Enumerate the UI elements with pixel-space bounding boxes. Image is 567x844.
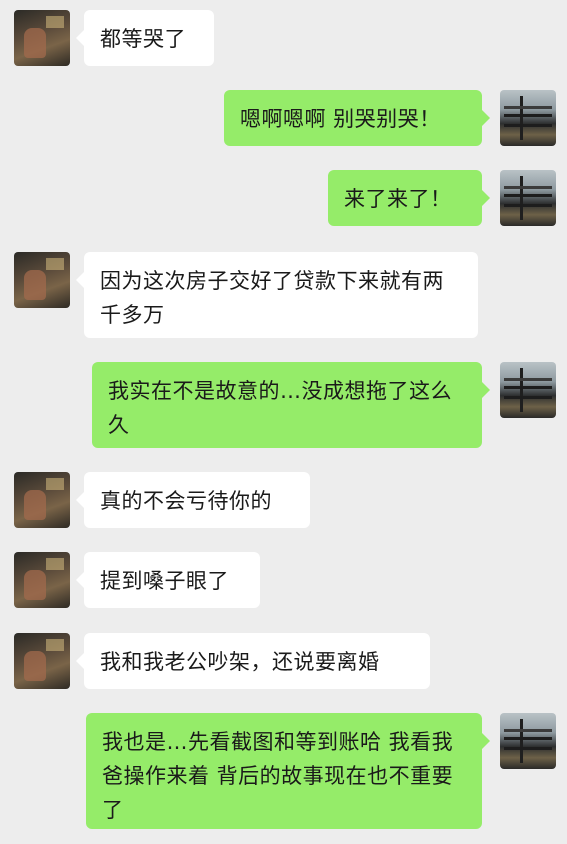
my-avatar[interactable] (500, 362, 556, 418)
message-text: 我实在不是故意的…没成想拖了这么久 (108, 379, 452, 437)
my-avatar[interactable] (500, 713, 556, 769)
message-bubble-incoming[interactable]: 提到嗓子眼了 (76, 552, 260, 608)
message-text: 我和我老公吵架，还说要离婚 (100, 650, 380, 674)
contact-avatar[interactable] (14, 552, 70, 608)
message-text: 我也是…先看截图和等到账哈 我看我爸操作来着 背后的故事现在也不重要了 (102, 730, 454, 822)
contact-avatar[interactable] (14, 633, 70, 689)
message-bubble-incoming[interactable]: 因为这次房子交好了贷款下来就有两千多万 (76, 252, 478, 338)
message-text: 因为这次房子交好了贷款下来就有两千多万 (100, 269, 444, 327)
message-bubble-outgoing[interactable]: 我实在不是故意的…没成想拖了这么久 (92, 362, 490, 448)
message-bubble-outgoing[interactable]: 我也是…先看截图和等到账哈 我看我爸操作来着 背后的故事现在也不重要了 (86, 713, 490, 829)
contact-avatar[interactable] (14, 10, 70, 66)
message-bubble-outgoing[interactable]: 来了来了！ (328, 170, 490, 226)
message-bubble-incoming[interactable]: 真的不会亏待你的 (76, 472, 310, 528)
chat-window: 都等哭了 嗯啊嗯啊 别哭别哭！ 来了来了！ 因为这次房子交好了贷款下来就有两千多… (0, 0, 567, 844)
message-text: 提到嗓子眼了 (100, 569, 229, 593)
message-bubble-outgoing[interactable]: 嗯啊嗯啊 别哭别哭！ (224, 90, 490, 146)
contact-avatar[interactable] (14, 472, 70, 528)
my-avatar[interactable] (500, 90, 556, 146)
message-text: 嗯啊嗯啊 别哭别哭！ (240, 107, 441, 131)
contact-avatar[interactable] (14, 252, 70, 308)
message-text: 来了来了！ (344, 187, 452, 211)
message-bubble-incoming[interactable]: 我和我老公吵架，还说要离婚 (76, 633, 430, 689)
message-text: 都等哭了 (100, 27, 186, 51)
message-text: 真的不会亏待你的 (100, 489, 272, 513)
my-avatar[interactable] (500, 170, 556, 226)
message-bubble-incoming[interactable]: 都等哭了 (76, 10, 214, 66)
